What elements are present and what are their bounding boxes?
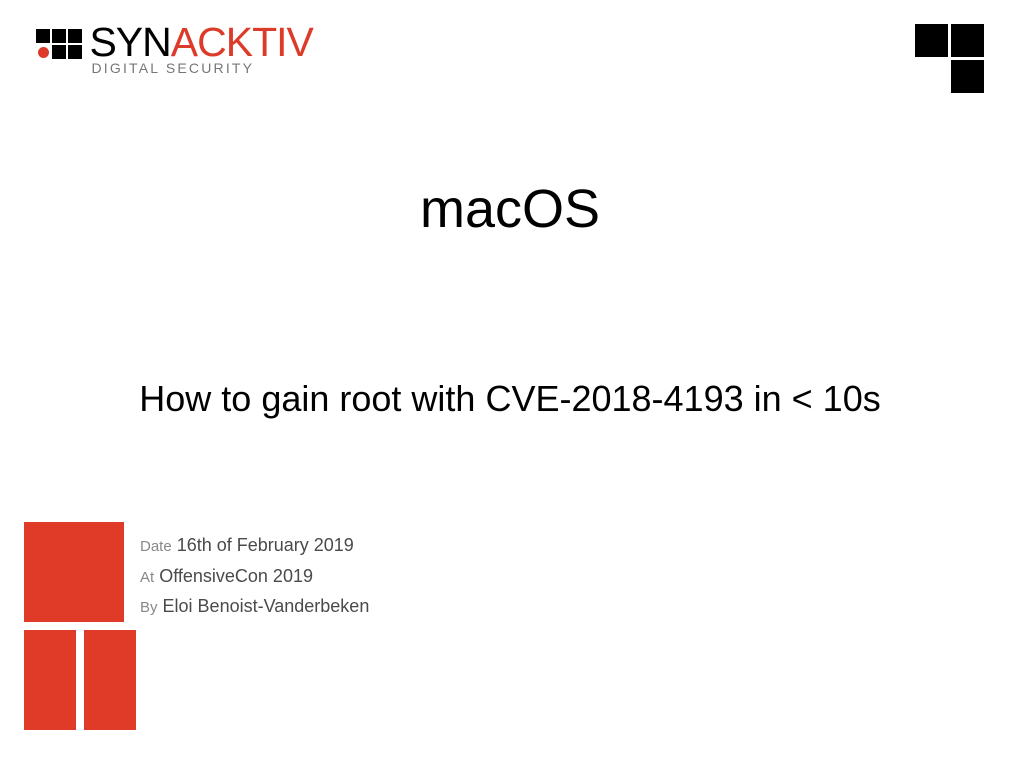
meta-at-label: At xyxy=(140,569,154,586)
corner-squares-icon xyxy=(913,22,985,94)
logo: SYNACKTIV DIGITAL SECURITY xyxy=(35,22,313,76)
meta-by: By Eloi Benoist-Vanderbeken xyxy=(140,591,369,622)
meta-at-value: OffensiveCon 2019 xyxy=(159,566,313,586)
meta-date: Date 16th of February 2019 xyxy=(140,530,369,561)
meta-by-label: By xyxy=(140,599,158,616)
logo-part2: ACKTIV xyxy=(171,19,313,65)
bottom-squares-icon xyxy=(20,518,140,734)
logo-part1: SYN xyxy=(89,19,170,65)
logo-squares-icon xyxy=(35,28,83,60)
slide-subtitle: How to gain root with CVE-2018-4193 in <… xyxy=(0,378,1020,420)
slide-title: macOS xyxy=(0,178,1020,240)
meta-block: Date 16th of February 2019 At OffensiveC… xyxy=(140,530,369,622)
meta-at: At OffensiveCon 2019 xyxy=(140,561,369,592)
logo-text: SYNACKTIV DIGITAL SECURITY xyxy=(89,22,312,76)
meta-by-value: Eloi Benoist-Vanderbeken xyxy=(163,596,370,616)
meta-date-value: 16th of February 2019 xyxy=(177,535,354,555)
meta-date-label: Date xyxy=(140,538,172,555)
